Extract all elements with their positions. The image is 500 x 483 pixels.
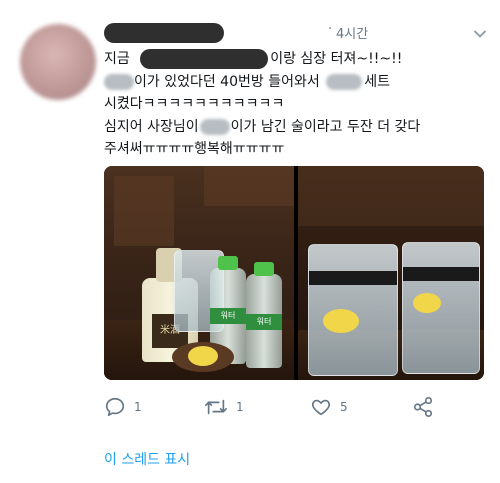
share-icon xyxy=(413,397,433,417)
tweet-text-fragment: 심지어 사장님이 xyxy=(104,118,199,135)
reply-icon xyxy=(105,397,125,417)
tweet-text-fragment: 시켰다ㅋㅋㅋㅋㅋㅋㅋㅋㅋㅋㅋ xyxy=(104,96,285,112)
lemon-slices xyxy=(188,346,218,366)
share-button[interactable] xyxy=(412,392,434,422)
tweet-text: 지금 이랑 심장 터져~!!~!! 이가 있었다던 40번방 들어와서 세트 시… xyxy=(104,48,484,161)
show-thread-link[interactable]: 이 스레드 표시 xyxy=(104,449,190,469)
like-button[interactable]: 5 xyxy=(310,392,348,422)
tweet-line: 주셔써ㅠㅠㅠㅠ행복해ㅠㅠㅠㅠ xyxy=(104,138,484,161)
glass-band xyxy=(309,271,397,285)
like-count: 5 xyxy=(340,400,348,414)
redacted-display-name xyxy=(104,23,224,43)
retweet-icon xyxy=(205,399,227,415)
tweet-actions: 1 1 5 xyxy=(104,392,484,422)
like-icon xyxy=(311,399,331,416)
highball-glass xyxy=(402,242,480,374)
wall-panel xyxy=(298,166,484,226)
tweet-text-fragment: 주셔써ㅠㅠㅠㅠ행복해ㅠㅠㅠㅠ xyxy=(104,141,285,157)
photo-two-glasses[interactable] xyxy=(298,166,484,380)
tweet-header: · 4시간 xyxy=(104,20,494,44)
blurred-text xyxy=(104,73,134,90)
water-label: 워터 xyxy=(246,314,282,330)
bottle-cap xyxy=(254,262,274,276)
retweet-button[interactable]: 1 xyxy=(204,392,244,422)
blurred-text xyxy=(326,73,363,90)
water-label: 워터 xyxy=(210,308,246,324)
avatar[interactable] xyxy=(20,24,96,100)
reply-count: 1 xyxy=(134,400,142,414)
water-bottle: 워터 xyxy=(246,262,282,368)
tweet-text-fragment: 이랑 심장 터져~!!~!! xyxy=(270,51,403,67)
tweet-text-fragment: 이가 남긴 술이라고 두잔 더 갖다 xyxy=(230,118,421,135)
tweet-media[interactable]: 米酒 워터 워터 xyxy=(104,166,484,380)
tweet-text-fragment: 지금 xyxy=(104,51,130,67)
bottle-cap xyxy=(218,256,238,270)
tweet-text-fragment: 세트 xyxy=(364,73,390,90)
tweet-text-fragment: 이가 있었다던 40번방 들어와서 xyxy=(134,73,320,90)
photo-drinks-table[interactable]: 米酒 워터 워터 xyxy=(104,166,294,380)
lemon-wedge xyxy=(413,293,441,313)
lemon-wedge xyxy=(323,309,359,333)
wall-panel xyxy=(114,176,174,246)
blurred-text xyxy=(199,118,230,135)
tweet-timestamp[interactable]: 4시간 xyxy=(336,23,368,42)
reply-button[interactable]: 1 xyxy=(104,392,142,422)
glass-band xyxy=(403,267,479,281)
tweet-line: 지금 이랑 심장 터져~!!~!! xyxy=(104,48,484,71)
retweet-count: 1 xyxy=(236,400,244,414)
wall-panel xyxy=(204,166,294,206)
tweet-line: 시켰다ㅋㅋㅋㅋㅋㅋㅋㅋㅋㅋㅋ xyxy=(104,93,484,116)
highball-glass xyxy=(308,244,398,376)
redacted-text xyxy=(140,49,269,69)
separator-dot: · xyxy=(328,22,333,37)
chevron-down-icon[interactable] xyxy=(472,26,488,42)
tweet-line: 심지어 사장님이 이가 남긴 술이라고 두잔 더 갖다 xyxy=(104,116,484,139)
tweet-line: 이가 있었다던 40번방 들어와서 세트 xyxy=(104,71,484,94)
lemon-dish xyxy=(172,342,234,372)
